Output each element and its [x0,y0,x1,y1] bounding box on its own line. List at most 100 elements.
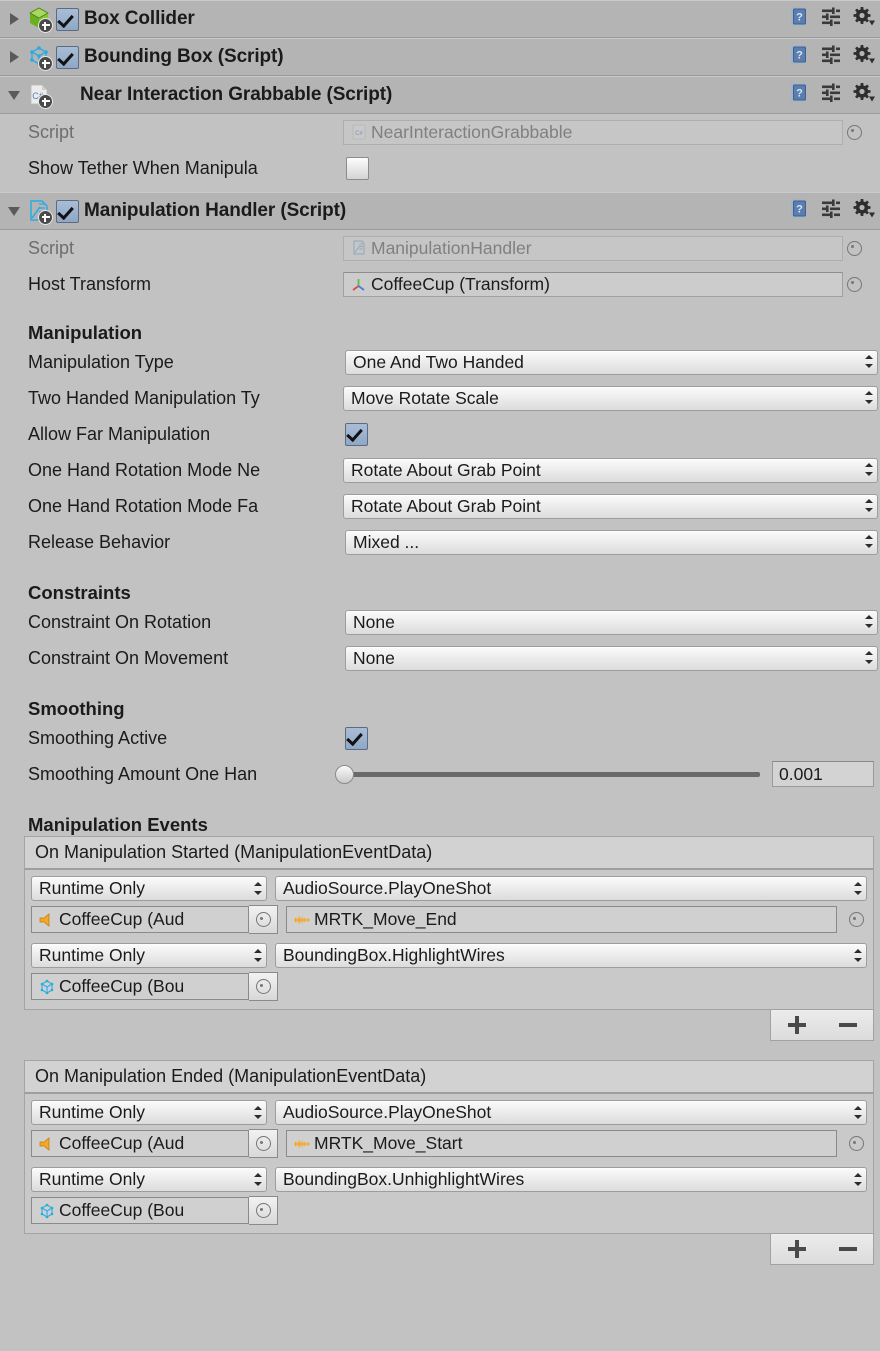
chevron-updown-icon [864,462,873,478]
event-entry: Runtime Only AudioSource.PlayOneShot [31,1100,867,1158]
header-icons-box-collider: ? [788,6,876,33]
smoothing-amount-value: 0.001 [779,764,823,785]
script-file-icon [349,239,368,258]
one-hand-rotation-far-label: One Hand Rotation Mode Fa [28,496,343,517]
manipulation-type-dropdown[interactable]: One And Two Handed [345,350,878,375]
slider-knob[interactable] [335,765,354,784]
show-tether-checkbox[interactable] [346,157,369,180]
add-event-button[interactable] [788,1240,806,1258]
component-header-box-collider[interactable]: Box Collider ? [0,0,880,38]
event-entry-line-bottom: CoffeeCup (Aud MRTK_Move_End [31,905,867,934]
event-method-value: AudioSource.PlayOneShot [283,878,853,899]
host-transform-object-picker[interactable] [843,272,865,297]
add-badge-icon [38,18,53,33]
gear-icon[interactable] [852,44,876,71]
mh-script-object-field: ManipulationHandler [343,236,843,261]
foldout-arrow-manipulation-handler[interactable] [6,202,24,220]
bounding-box-icon [26,44,52,70]
event-argument-object-field[interactable]: MRTK_Move_Start [286,1130,837,1157]
bounding-box-icon [37,977,56,996]
help-book-icon[interactable]: ? [788,82,810,109]
event-method-dropdown[interactable]: BoundingBox.HighlightWires [275,943,867,968]
component-header-near-interaction-grabbable[interactable]: C# Near Interaction Grabbable (Script) ? [0,76,880,114]
mh-script-object-picker[interactable] [843,236,865,261]
constraint-movement-dropdown[interactable]: None [345,646,878,671]
preset-sliders-icon[interactable] [820,198,842,225]
add-badge-icon [38,56,53,71]
event-mode-dropdown[interactable]: Runtime Only [31,1100,267,1125]
event-method-dropdown[interactable]: AudioSource.PlayOneShot [275,1100,867,1125]
add-badge-icon [38,94,53,109]
smoothing-amount-slider[interactable]: 0.001 [343,761,874,787]
event-mode-dropdown[interactable]: Runtime Only [31,1167,267,1192]
one-hand-rotation-near-dropdown[interactable]: Rotate About Grab Point [343,458,878,483]
chevron-updown-icon [864,614,873,630]
gear-icon[interactable] [852,198,876,225]
smoothing-amount-value-field[interactable]: 0.001 [772,761,874,787]
property-row-two-handed-type: Two Handed Manipulation Ty Move Rotate S… [0,380,880,416]
host-transform-value: CoffeeCup (Transform) [371,274,550,295]
chevron-updown-icon [864,650,873,666]
event-target-object-picker[interactable] [249,1129,278,1158]
help-book-icon[interactable]: ? [788,44,810,71]
event-argument-object-picker[interactable] [845,1131,867,1156]
section-title-manipulation: Manipulation [0,302,880,344]
script-object-picker[interactable] [843,120,865,145]
component-enabled-checkbox-bounding-box[interactable] [56,46,79,69]
property-row-show-tether: Show Tether When Manipula [0,150,880,186]
help-book-icon[interactable]: ? [788,6,810,33]
component-header-bounding-box[interactable]: Bounding Box (Script) ? [0,38,880,76]
remove-event-button[interactable] [839,1016,857,1034]
property-row-allow-far-manipulation: Allow Far Manipulation [0,416,880,452]
property-row-mh-script: Script ManipulationHandler [0,230,880,266]
one-hand-rotation-near-value: Rotate About Grab Point [351,460,864,481]
event-argument-object-field[interactable]: MRTK_Move_End [286,906,837,933]
preset-sliders-icon[interactable] [820,6,842,33]
event-argument-object-picker[interactable] [845,907,867,932]
help-book-icon[interactable]: ? [788,198,810,225]
event-list-on-manipulation-started: On Manipulation Started (ManipulationEve… [24,836,874,1010]
constraint-movement-value: None [353,648,864,669]
chevron-updown-icon [864,390,873,406]
constraint-rotation-dropdown[interactable]: None [345,610,878,635]
preset-sliders-icon[interactable] [820,82,842,109]
host-transform-object-field[interactable]: CoffeeCup (Transform) [343,272,843,297]
event-target-value: CoffeeCup (Aud [59,1133,184,1154]
event-target-object-field[interactable]: CoffeeCup (Bou [31,1197,249,1224]
add-badge-icon [38,210,53,225]
script-object-field: C# NearInteractionGrabbable [343,120,843,145]
event-target-object-picker[interactable] [249,1196,278,1225]
one-hand-rotation-far-dropdown[interactable]: Rotate About Grab Point [343,494,878,519]
event-mode-dropdown[interactable]: Runtime Only [31,876,267,901]
property-row-host-transform: Host Transform CoffeeCup (Transform) [0,266,880,302]
event-target-object-field[interactable]: CoffeeCup (Aud [31,906,249,933]
event-mode-dropdown[interactable]: Runtime Only [31,943,267,968]
event-target-object-picker[interactable] [249,972,278,1001]
component-enabled-checkbox-manipulation-handler[interactable] [56,200,79,223]
preset-sliders-icon[interactable] [820,44,842,71]
event-target-object-picker[interactable] [249,905,278,934]
foldout-arrow-box-collider[interactable] [6,10,24,28]
chevron-updown-icon [864,534,873,550]
foldout-arrow-near-interaction-grabbable[interactable] [6,86,24,104]
add-event-button[interactable] [788,1016,806,1034]
foldout-arrow-bounding-box[interactable] [6,48,24,66]
smoothing-active-checkbox[interactable] [345,727,368,750]
event-target-object-field[interactable]: CoffeeCup (Bou [31,973,249,1000]
event-target-object-field[interactable]: CoffeeCup (Aud [31,1130,249,1157]
bounding-box-icon [37,1201,56,1220]
event-method-dropdown[interactable]: AudioSource.PlayOneShot [275,876,867,901]
chevron-updown-icon [253,948,262,964]
slider-track[interactable] [343,772,760,777]
component-enabled-checkbox-box-collider[interactable] [56,8,79,31]
event-method-dropdown[interactable]: BoundingBox.UnhighlightWires [275,1167,867,1192]
two-handed-type-dropdown[interactable]: Move Rotate Scale [343,386,878,411]
event-target-value: CoffeeCup (Aud [59,909,184,930]
release-behavior-dropdown[interactable]: Mixed ... [345,530,878,555]
component-header-manipulation-handler[interactable]: Manipulation Handler (Script) ? [0,192,880,230]
remove-event-button[interactable] [839,1240,857,1258]
allow-far-manipulation-checkbox[interactable] [345,423,368,446]
show-tether-label: Show Tether When Manipula [28,158,346,179]
gear-icon[interactable] [852,6,876,33]
gear-icon[interactable] [852,82,876,109]
